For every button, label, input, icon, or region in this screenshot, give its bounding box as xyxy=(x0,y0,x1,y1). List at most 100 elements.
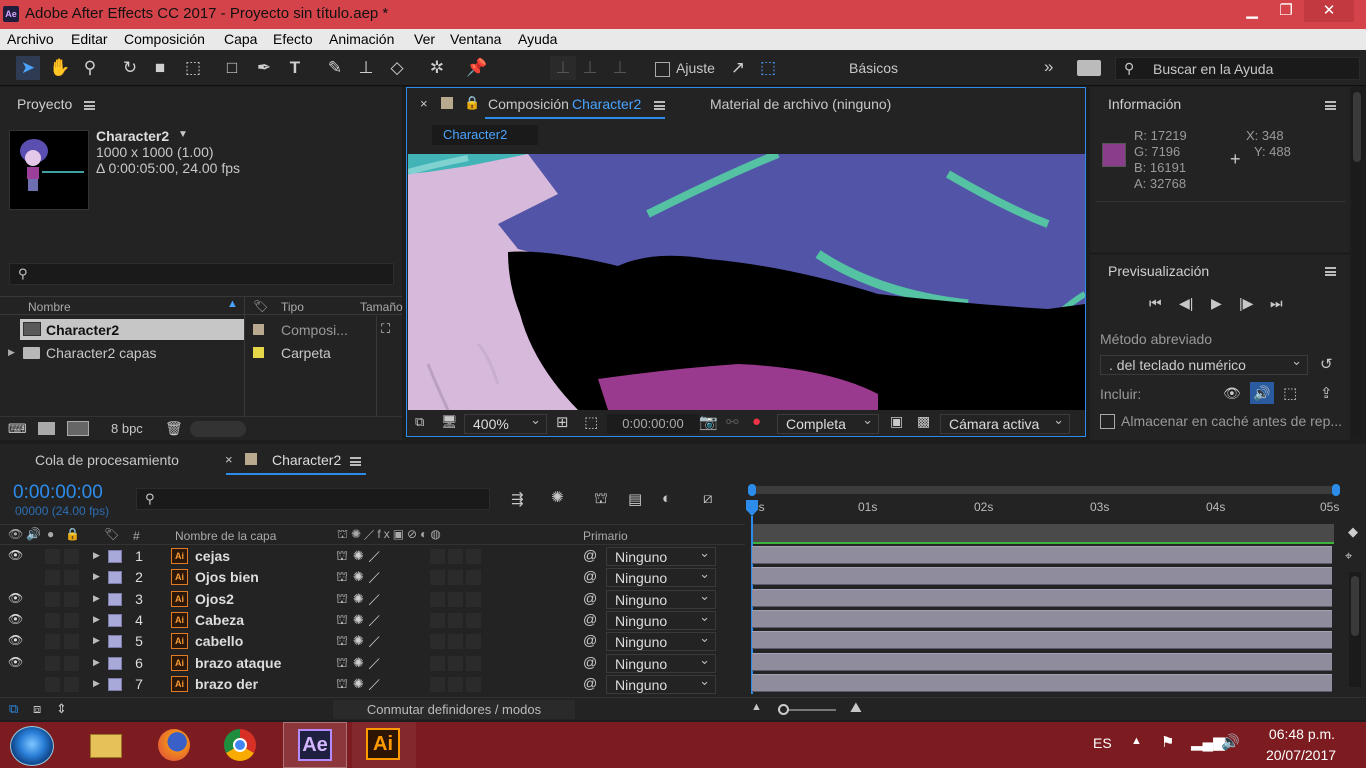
fit-icon[interactable]: ⊞ xyxy=(556,413,569,431)
label-color-swatch[interactable] xyxy=(253,324,264,335)
menu-archivo[interactable]: Archivo xyxy=(7,31,54,47)
pan-behind-tool-icon[interactable]: ⬚ xyxy=(181,56,205,80)
menu-capa[interactable]: Capa xyxy=(224,31,257,47)
layer-label-color[interactable] xyxy=(108,656,122,670)
composition-tab-name[interactable]: Character2 xyxy=(572,96,641,112)
solo-switch[interactable] xyxy=(45,591,60,607)
lock-switch[interactable] xyxy=(64,570,79,586)
eye-icon[interactable]: 👁 xyxy=(8,655,23,669)
rotate-tool-icon[interactable]: ↻ xyxy=(118,56,142,80)
layer-search-input[interactable]: ⚲ xyxy=(136,488,490,510)
expand-arrow-icon[interactable]: ▶ xyxy=(93,678,100,689)
layer-switches-icons[interactable]: ⛫✺⟋ xyxy=(336,548,385,566)
expand-arrow-icon[interactable]: ▶ xyxy=(93,614,100,625)
footage-tab[interactable]: Material de archivo (ninguno) xyxy=(710,96,891,112)
clone-stamp-tool-icon[interactable]: ⊥ xyxy=(354,56,378,80)
lock-switch[interactable] xyxy=(64,676,79,692)
work-area-bar[interactable] xyxy=(748,484,1340,496)
lock-icon[interactable]: 🔒 xyxy=(464,95,480,111)
shortcut-dropdown[interactable]: . del teclado numérico xyxy=(1100,352,1308,375)
layer-name[interactable]: cabello xyxy=(195,633,243,649)
taskbar-illustrator[interactable]: Ai xyxy=(352,722,416,768)
snap-grid-icon[interactable]: ⬚ xyxy=(756,56,780,80)
work-area-start-handle[interactable] xyxy=(748,484,756,496)
expand-arrow-icon[interactable]: ▶ xyxy=(8,347,15,358)
cache-checkbox[interactable] xyxy=(1100,414,1115,429)
layer-switch-boxes[interactable] xyxy=(430,549,484,564)
solo-switch[interactable] xyxy=(45,612,60,628)
preview-menu-icon[interactable] xyxy=(1325,267,1336,276)
clock-date[interactable]: 20/07/2017 xyxy=(1258,747,1344,763)
help-search-input[interactable]: ⚲ Buscar en la Ayuda xyxy=(1115,57,1360,80)
layer-row[interactable]: ▶ 7 Ai brazo der ⛫✺⟋ @ Ninguno xyxy=(0,672,745,695)
pick-whip-icon[interactable]: @ xyxy=(583,568,597,584)
rectangle-tool-icon[interactable]: □ xyxy=(220,56,244,80)
menu-efecto[interactable]: Efecto xyxy=(273,31,313,47)
parent-dropdown[interactable]: Ninguno xyxy=(606,565,716,588)
comp-breadcrumb[interactable]: Character2 xyxy=(432,125,538,145)
layer-row[interactable]: ▶ 2 Ai Ojos bien ⛫✺⟋ @ Ninguno xyxy=(0,565,745,588)
info-menu-icon[interactable] xyxy=(1325,101,1336,110)
language-indicator[interactable]: ES xyxy=(1093,735,1112,751)
expand-arrow-icon[interactable]: ▶ xyxy=(93,593,100,604)
timeline-zoom-slider[interactable] xyxy=(778,704,836,715)
layer-row[interactable]: 👁 ▶ 4 Ai Cabeza ⛫✺⟋ @ Ninguno xyxy=(0,608,745,631)
audio-toggle-icon[interactable]: 🔊 xyxy=(26,527,41,541)
next-frame-icon[interactable]: |▶ xyxy=(1239,295,1253,312)
transparency-grid-icon[interactable]: ▩ xyxy=(917,413,930,430)
pen-tool-icon[interactable]: ✒ xyxy=(252,56,276,80)
layer-name[interactable]: brazo ataque xyxy=(195,655,281,671)
selection-tool-icon[interactable]: ➤ xyxy=(16,56,40,80)
show-hidden-icons-icon[interactable]: ▲ xyxy=(1131,735,1142,747)
project-item-row[interactable]: ▶ Character2 capas Carpeta xyxy=(0,342,402,364)
roto-brush-tool-icon[interactable]: ✲ xyxy=(425,56,449,80)
column-size[interactable]: Tamaño xyxy=(360,300,403,314)
pick-whip-icon[interactable]: @ xyxy=(583,611,597,627)
taskbar-firefox[interactable] xyxy=(142,722,206,768)
layer-switches-icons[interactable]: ⛫✺⟋ xyxy=(336,676,385,694)
layer-name[interactable]: Ojos2 xyxy=(195,591,234,607)
zoom-tool-icon[interactable]: ⚲ xyxy=(78,56,102,80)
brush-tool-icon[interactable]: ✎ xyxy=(323,56,347,80)
layer-label-color[interactable] xyxy=(108,677,122,691)
eye-icon[interactable]: 👁 xyxy=(8,612,23,626)
first-frame-icon[interactable]: ⏮ xyxy=(1149,295,1162,312)
zoom-in-icon[interactable]: ⛰ xyxy=(850,699,862,716)
comp-name-dropdown-icon[interactable]: ▼ xyxy=(178,129,188,140)
work-area-end-handle[interactable] xyxy=(1332,484,1340,496)
time-ruler[interactable]: 0s 01s 02s 03s 04s 05s xyxy=(748,498,1340,522)
expand-arrow-icon[interactable]: ▶ xyxy=(93,657,100,668)
layer-label-color[interactable] xyxy=(108,635,122,649)
lock-switch[interactable] xyxy=(64,591,79,607)
menu-animacion[interactable]: Animación xyxy=(329,31,394,47)
menu-ayuda[interactable]: Ayuda xyxy=(518,31,557,47)
label-column-icon[interactable]: 🏷 xyxy=(253,299,268,313)
layer-switches-icon[interactable]: ⧉ xyxy=(9,701,18,717)
preview-panel-title[interactable]: Previsualización xyxy=(1108,263,1209,279)
pick-whip-icon[interactable]: @ xyxy=(583,632,597,648)
view-axis-icon[interactable]: ⊥ xyxy=(608,56,632,80)
new-composition-icon[interactable] xyxy=(67,421,89,436)
solo-switch[interactable] xyxy=(45,549,60,564)
type-tool-icon[interactable]: T xyxy=(283,56,307,80)
eye-icon[interactable]: 👁 xyxy=(8,591,23,605)
show-snapshot-icon[interactable]: ⚯ xyxy=(726,413,739,431)
flowchart-icon[interactable]: ⛶ xyxy=(381,321,390,337)
taskbar-chrome[interactable] xyxy=(208,722,272,768)
layer-row[interactable]: 👁 ▶ 5 Ai cabello ⛫✺⟋ @ Ninguno xyxy=(0,629,745,652)
layer-row[interactable]: 👁 ▶ 6 Ai brazo ataque ⛫✺⟋ @ Ninguno xyxy=(0,651,745,674)
right-panel-scrollbar[interactable] xyxy=(1352,90,1362,435)
zoom-dropdown[interactable]: 400% xyxy=(464,411,547,434)
layer-switches-icons[interactable]: ⛫✺⟋ xyxy=(336,633,385,651)
minimize-button[interactable]: ▁ xyxy=(1236,0,1268,22)
render-queue-tab[interactable]: Cola de procesamiento xyxy=(35,452,179,468)
timeline-menu-icon[interactable] xyxy=(350,457,361,466)
layer-row[interactable]: 👁 ▶ 1 Ai cejas ⛫✺⟋ @ Ninguno xyxy=(0,544,745,567)
close-button[interactable]: ✕ xyxy=(1304,0,1354,22)
channels-icon[interactable]: ● xyxy=(752,413,761,430)
timeline-comp-tab[interactable]: Character2 xyxy=(272,452,341,468)
layer-switch-boxes[interactable] xyxy=(430,634,484,650)
layer-switch-boxes[interactable] xyxy=(430,570,484,586)
camera-dropdown[interactable]: Cámara activa xyxy=(940,411,1070,434)
snapshot-icon[interactable]: 📷 xyxy=(699,413,718,431)
